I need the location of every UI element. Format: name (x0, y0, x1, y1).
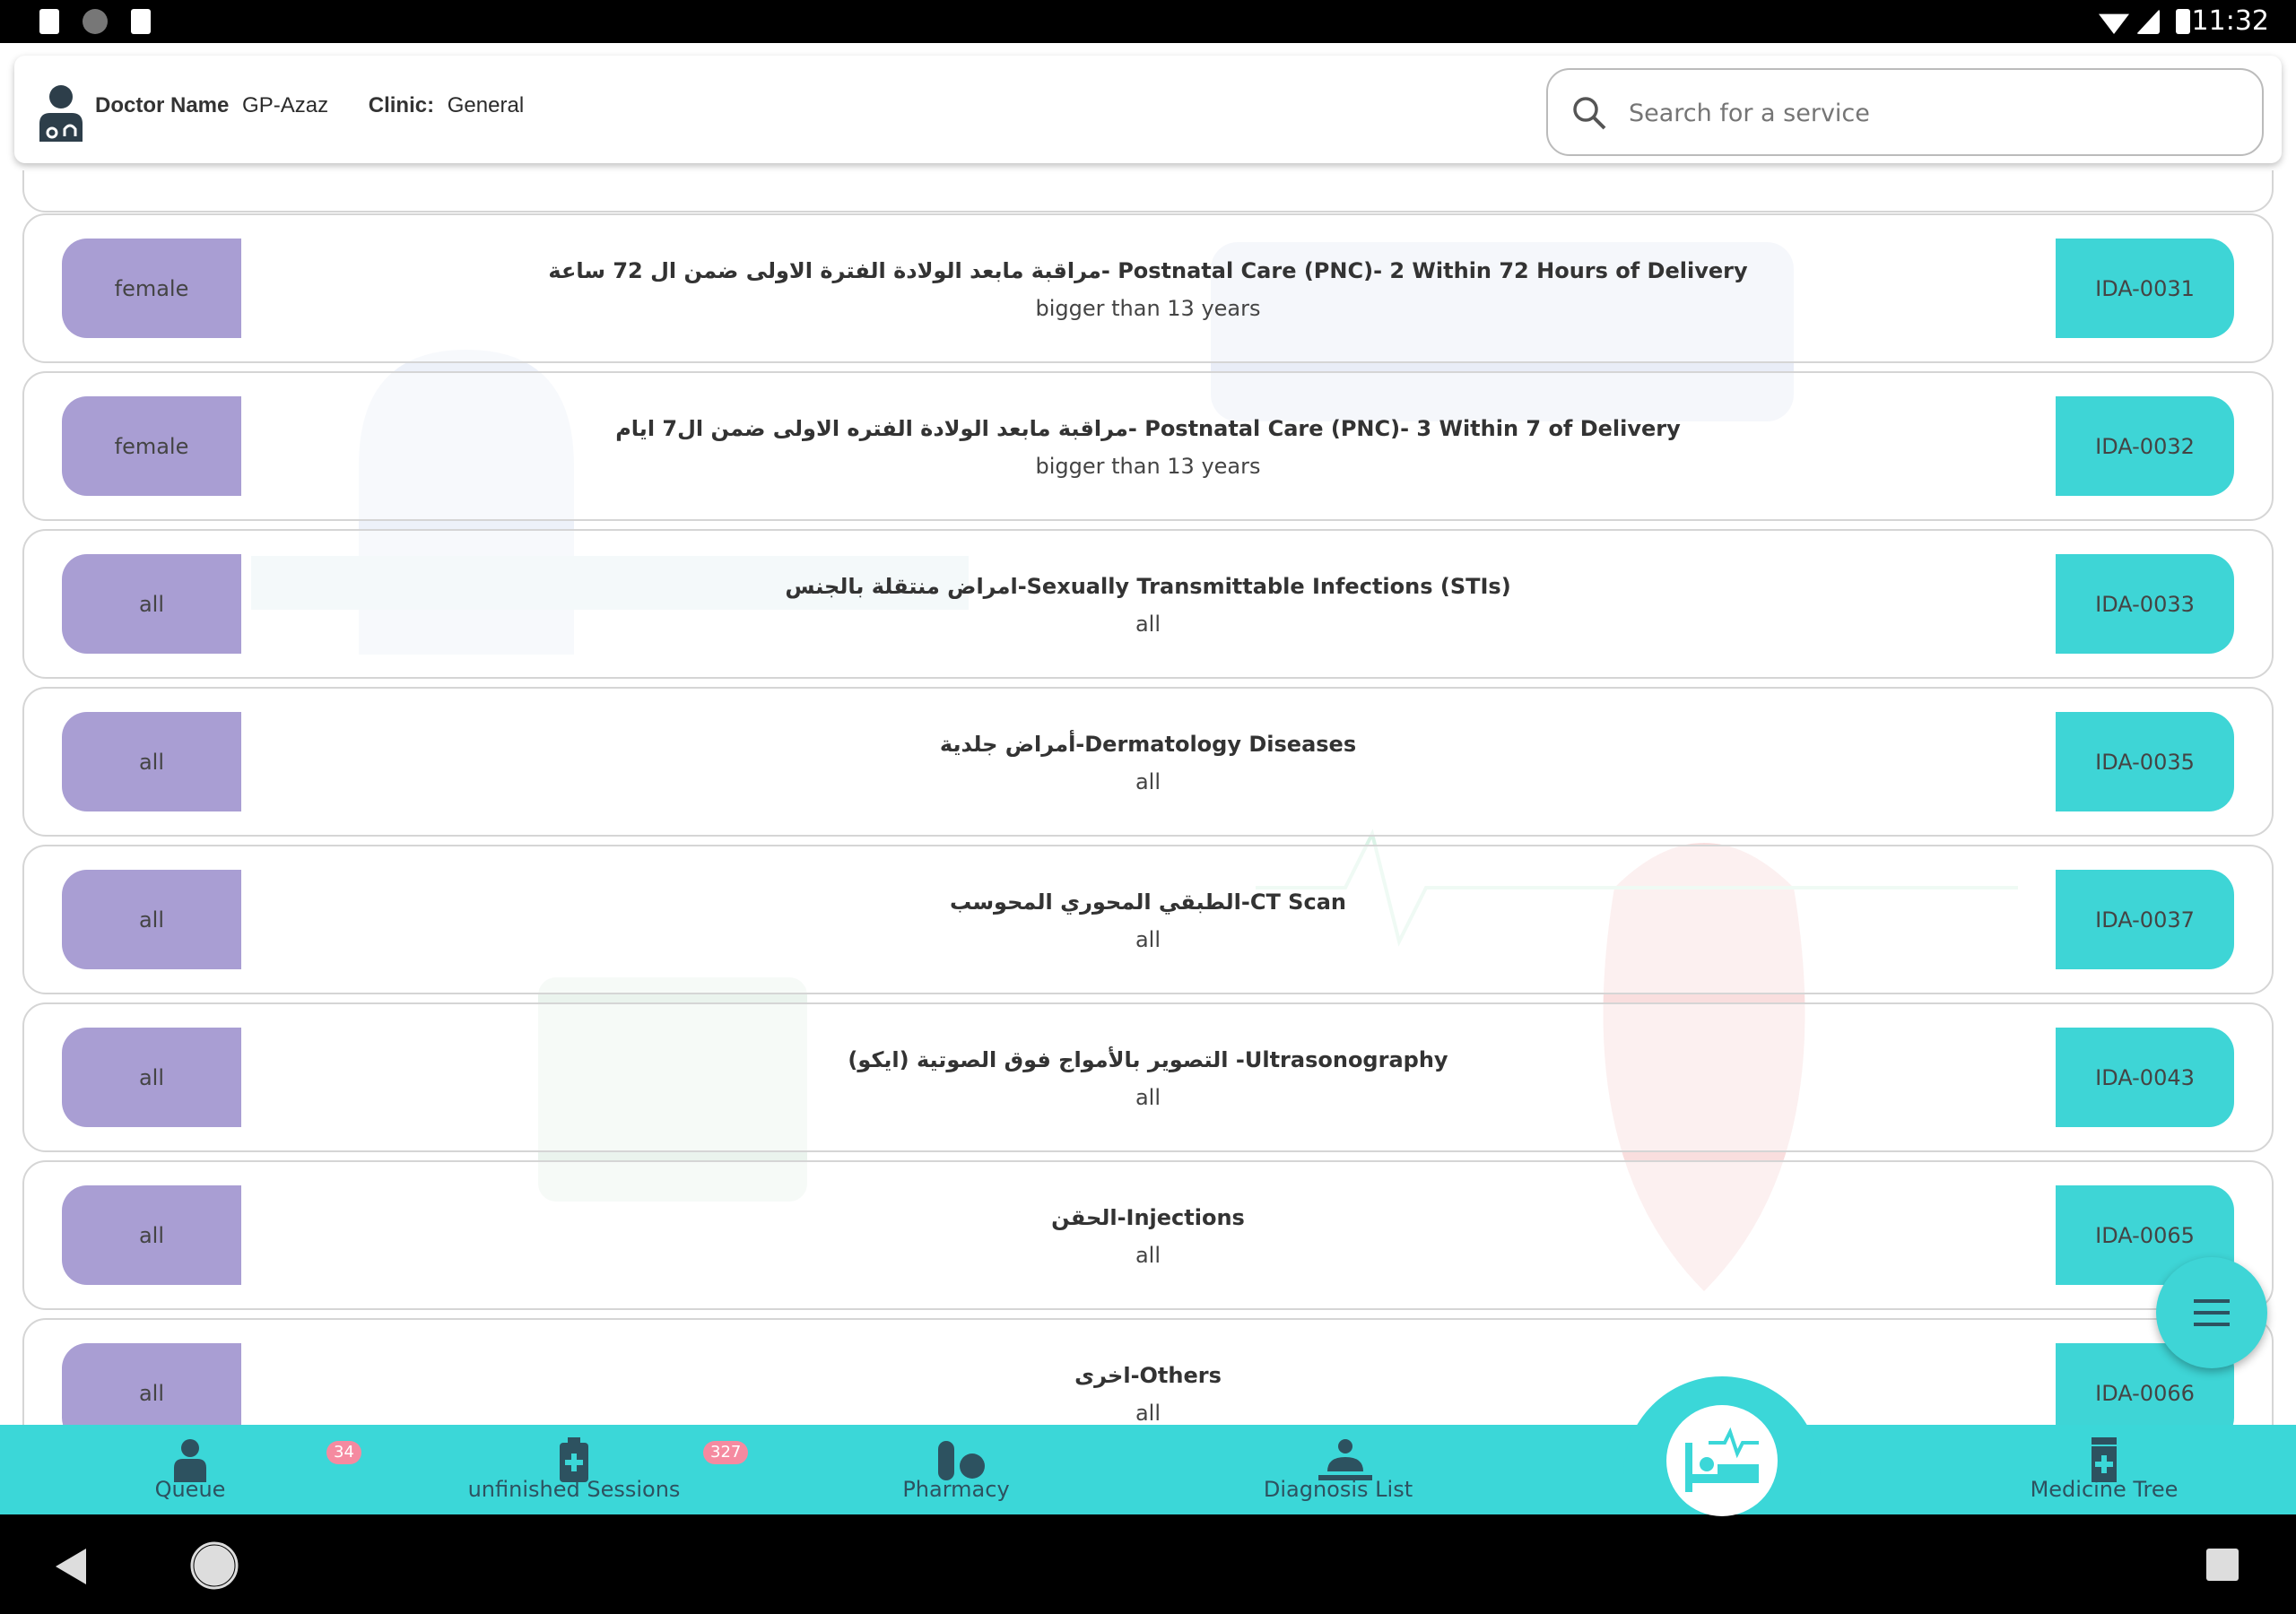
hamburger-menu-icon (2194, 1299, 2230, 1326)
service-code: IDA-0043 (2056, 1028, 2234, 1127)
nav-medicine-tree[interactable]: Medicine Tree (2014, 1425, 2194, 1514)
wifi-icon (2099, 13, 2129, 34)
service-code: IDA-0031 (2056, 239, 2234, 338)
nav-diagnosis-label: Diagnosis List (1263, 1477, 1413, 1502)
signal-icon (2136, 9, 2160, 34)
queue-badge: 34 (326, 1441, 361, 1464)
menu-fab-button[interactable] (2156, 1257, 2267, 1368)
search-box[interactable] (1546, 68, 2264, 156)
gender-pill: female (62, 239, 241, 338)
doctor-label: Doctor Name (95, 93, 230, 117)
age-range: all (1135, 612, 1161, 637)
age-range: bigger than 13 years (1035, 296, 1261, 321)
back-icon[interactable] (54, 1547, 90, 1586)
service-row-partial[interactable] (22, 170, 2274, 213)
clipboard-plus-icon (560, 1437, 588, 1482)
service-title: أمراض جلدية-Dermatology Diseases (939, 732, 1357, 757)
service-code: IDA-0032 (2056, 396, 2234, 496)
service-row[interactable]: all أمراض جلدية-Dermatology Diseases all… (22, 687, 2274, 837)
service-list: female مراقبة مابعد الولادة الفترة الاول… (0, 170, 2296, 1425)
doctor-icon (39, 85, 83, 142)
nav-queue-label: Queue (154, 1477, 226, 1502)
nav-unfinished-sessions[interactable]: unfinished Sessions (457, 1425, 691, 1514)
service-title: اخرى-Others (1074, 1363, 1222, 1388)
service-row[interactable]: all اخرى-Others all IDA-0066 (22, 1318, 2274, 1425)
notification-a-icon (39, 9, 59, 34)
age-range: all (1135, 927, 1161, 952)
nav-sessions-label: unfinished Sessions (467, 1477, 681, 1502)
battery-icon (2176, 9, 2190, 34)
age-range: all (1135, 769, 1161, 794)
gender-pill: all (62, 554, 241, 654)
recents-icon[interactable] (2206, 1549, 2239, 1581)
service-row[interactable]: all التصوير بالأمواج فوق الصوتية (ايكو) … (22, 1002, 2274, 1152)
service-code: IDA-0037 (2056, 870, 2234, 969)
nav-diagnosis-list[interactable]: Diagnosis List (1248, 1425, 1428, 1514)
sync-icon (83, 9, 108, 34)
search-icon (1573, 97, 1606, 130)
age-range: bigger than 13 years (1035, 454, 1261, 479)
nav-queue[interactable]: Queue (100, 1425, 280, 1514)
gender-pill: all (62, 1343, 241, 1425)
medicine-bottle-icon (2092, 1437, 2117, 1482)
clock: 11:32 (2191, 5, 2269, 37)
gender-pill: all (62, 870, 241, 969)
pills-icon (938, 1441, 985, 1480)
doctor-name: GP-Azaz (242, 93, 329, 117)
gender-pill: female (62, 396, 241, 496)
system-navigation-bar (0, 1514, 2296, 1614)
service-row[interactable]: all امراض منتقلة بالجنس-Sexually Transmi… (22, 529, 2274, 679)
clinic-name: General (447, 93, 525, 117)
gender-pill: all (62, 1028, 241, 1127)
service-row[interactable]: female مراقبة مابعد الولادة الفترة الاول… (22, 213, 2274, 363)
status-bar: 11:32 (0, 0, 2296, 43)
nav-pharmacy-label: Pharmacy (902, 1477, 1010, 1502)
service-title: مراقبة مابعد الولادة الفترة الاولى ضمن ا… (548, 258, 1748, 283)
service-row[interactable]: all الطبقي المحوري المحوسب-CT Scan all I… (22, 845, 2274, 994)
sessions-badge: 327 (703, 1441, 749, 1464)
service-code: IDA-0033 (2056, 554, 2234, 654)
service-title: مراقبة مابعد الولادة الفتره الاولى ضمن ا… (615, 416, 1681, 441)
service-title: امراض منتقلة بالجنس-Sexually Transmittab… (785, 574, 1511, 599)
doctor-diagnosis-icon (1318, 1439, 1372, 1480)
service-title: الطبقي المحوري المحوسب-CT Scan (950, 889, 1346, 915)
service-row[interactable]: female مراقبة مابعد الولادة الفتره الاول… (22, 371, 2274, 521)
service-row[interactable]: all الحقن-Injections all IDA-0065 (22, 1160, 2274, 1310)
queue-person-icon (174, 1439, 206, 1482)
service-title: التصوير بالأمواج فوق الصوتية (ايكو) -Ult… (848, 1047, 1448, 1072)
service-code: IDA-0035 (2056, 712, 2234, 811)
search-input[interactable] (1629, 91, 2239, 134)
home-icon[interactable] (190, 1541, 239, 1590)
clinic-label: Clinic: (368, 93, 435, 117)
sd-card-icon (131, 9, 151, 34)
nav-medicine-label: Medicine Tree (2030, 1477, 2179, 1502)
nav-pharmacy[interactable]: Pharmacy (866, 1425, 1046, 1514)
gender-pill: all (62, 1185, 241, 1285)
bottom-navigation: Queue 34 unfinished Sessions 327 Pharmac… (0, 1425, 2296, 1514)
service-title: الحقن-Injections (1051, 1205, 1245, 1230)
hospital-bed-icon (1685, 1427, 1759, 1492)
gender-pill: all (62, 712, 241, 811)
header: Doctor Name GP-Azaz Clinic: General (14, 56, 2282, 163)
age-range: all (1135, 1243, 1161, 1268)
age-range: all (1135, 1085, 1161, 1110)
